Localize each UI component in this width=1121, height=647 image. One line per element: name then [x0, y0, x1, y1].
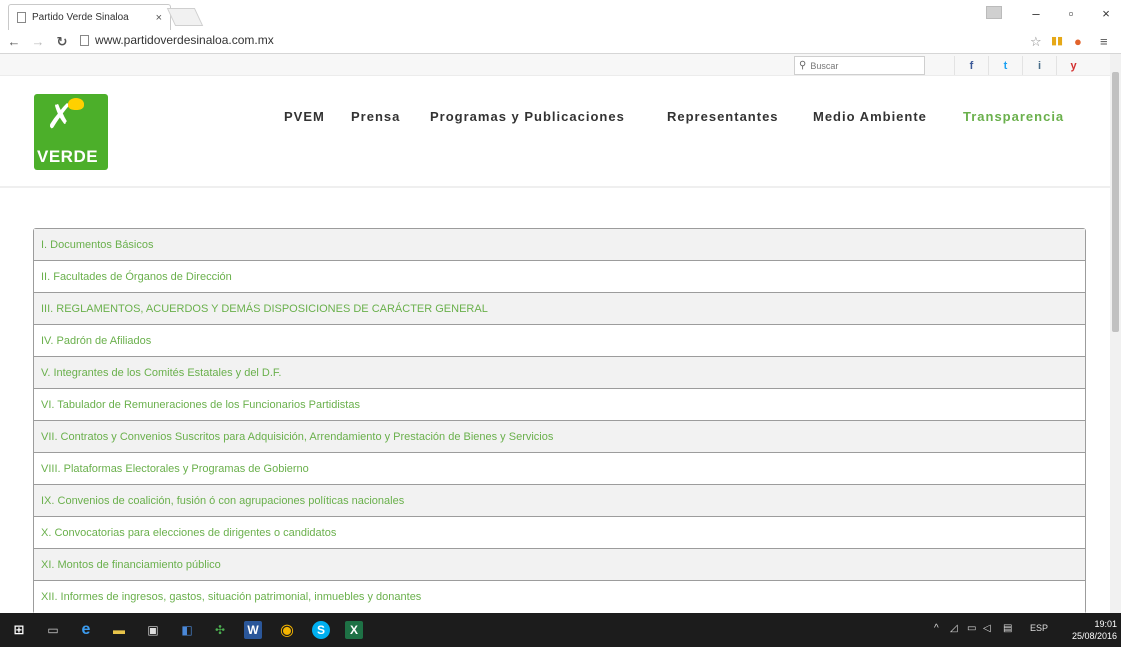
forward-arrow-icon[interactable]: → — [28, 34, 48, 49]
page-icon — [17, 12, 26, 23]
site-logo[interactable]: ✗ VERDE — [34, 94, 108, 170]
volume-icon[interactable]: ◁ — [983, 623, 991, 634]
instagram-icon[interactable]: i — [1022, 56, 1056, 75]
skype-icon[interactable]: S — [312, 621, 330, 639]
facebook-icon[interactable]: f — [954, 56, 988, 75]
extension-bars-icon[interactable]: ▮▮ — [1051, 34, 1063, 47]
battery-icon[interactable]: ▭ — [967, 623, 976, 634]
list-item[interactable]: VI. Tabulador de Remuneraciones de los F… — [34, 389, 1085, 421]
search-input[interactable]: ⚲ Buscar — [794, 56, 925, 75]
extension-flame-icon[interactable]: ● — [1074, 34, 1082, 49]
browser-tab-bar: Partido Verde Sinaloa × – ▫ × — [0, 0, 1121, 30]
browser-toolbar: ← → ↻ www.partidoverdesinaloa.com.mx ☆ ▮… — [0, 30, 1121, 54]
nav-pvem[interactable]: PVEM — [284, 109, 325, 124]
list-item[interactable]: V. Integrantes de los Comités Estatales … — [34, 357, 1085, 389]
youtube-icon[interactable]: y — [1056, 56, 1090, 75]
list-item[interactable]: III. REGLAMENTOS, ACUERDOS Y DEMÁS DISPO… — [34, 293, 1085, 325]
word-icon[interactable]: W — [244, 621, 262, 639]
tab-title: Partido Verde Sinaloa — [32, 12, 129, 23]
scrollbar-thumb[interactable] — [1112, 72, 1119, 332]
network-icon[interactable]: ◿ — [950, 623, 958, 634]
list-item[interactable]: X. Convocatorias para elecciones de diri… — [34, 517, 1085, 549]
restore-button[interactable]: ▫ — [1061, 6, 1081, 21]
file-explorer-icon[interactable]: ▬ — [110, 621, 128, 639]
windows-taskbar: ⊞ ▭ e ▬ ▣ ◧ ✣ W ◉ S X ^ ◿ ▭ ◁ ▤ ESP 19:0… — [0, 613, 1121, 647]
search-icon: ⚲ — [799, 60, 807, 71]
transparency-list: I. Documentos Básicos II. Facultades de … — [33, 228, 1086, 614]
user-profile-icon[interactable] — [986, 6, 1002, 19]
browser-tab[interactable]: Partido Verde Sinaloa × — [8, 4, 171, 30]
url-text: www.partidoverdesinaloa.com.mx — [95, 33, 274, 47]
top-strip — [0, 54, 1110, 76]
nav-medio-ambiente[interactable]: Medio Ambiente — [813, 109, 927, 124]
clock-date: 25/08/2016 — [1071, 631, 1117, 641]
task-view-icon[interactable]: ▭ — [44, 621, 62, 639]
minimize-button[interactable]: – — [1026, 6, 1046, 21]
clock-time: 19:01 — [1094, 619, 1117, 629]
new-tab-button[interactable] — [166, 8, 204, 26]
page-scrollbar[interactable] — [1110, 54, 1121, 613]
list-item[interactable]: II. Facultades de Órganos de Dirección — [34, 261, 1085, 293]
reload-icon[interactable]: ↻ — [52, 34, 72, 50]
nav-prensa[interactable]: Prensa — [351, 109, 400, 124]
list-item[interactable]: IX. Convenios de coalición, fusión ó con… — [34, 485, 1085, 517]
nav-transparencia[interactable]: Transparencia — [963, 109, 1064, 124]
list-item[interactable]: I. Documentos Básicos — [34, 229, 1085, 261]
bookmark-star-icon[interactable]: ☆ — [1030, 34, 1042, 50]
tab-close-icon[interactable]: × — [156, 12, 162, 24]
clock[interactable]: 19:01 25/08/2016 — [1072, 618, 1117, 642]
list-item[interactable]: VIII. Plataformas Electorales y Programa… — [34, 453, 1085, 485]
list-item[interactable]: VII. Contratos y Convenios Suscritos par… — [34, 421, 1085, 453]
search-placeholder: Buscar — [810, 60, 839, 71]
address-bar[interactable]: www.partidoverdesinaloa.com.mx — [80, 33, 274, 47]
windows-start-icon[interactable]: ⊞ — [10, 621, 28, 639]
chrome-icon[interactable]: ◉ — [278, 621, 296, 639]
list-item[interactable]: IV. Padrón de Afiliados — [34, 325, 1085, 357]
excel-icon[interactable]: X — [345, 621, 363, 639]
language-indicator[interactable]: ESP — [1030, 623, 1048, 633]
logo-text: VERDE — [37, 147, 99, 166]
twitter-icon[interactable]: t — [988, 56, 1022, 75]
tray-chevron-icon[interactable]: ^ — [934, 623, 939, 634]
media-app-icon[interactable]: ◧ — [178, 621, 196, 639]
toucan-icon — [68, 98, 84, 110]
menu-hamburger-icon[interactable]: ≡ — [1100, 34, 1108, 49]
back-arrow-icon[interactable]: ← — [4, 34, 24, 49]
edge-browser-icon[interactable]: e — [77, 621, 95, 639]
list-item[interactable]: XII. Informes de ingresos, gastos, situa… — [34, 581, 1085, 613]
notifications-icon[interactable]: ▤ — [1003, 623, 1012, 634]
nav-programas-publicaciones[interactable]: Programas y Publicaciones — [430, 109, 625, 124]
store-icon[interactable]: ▣ — [144, 621, 162, 639]
close-window-button[interactable]: × — [1096, 6, 1116, 21]
header-divider — [0, 186, 1110, 188]
network-app-icon[interactable]: ✣ — [211, 621, 229, 639]
nav-representantes[interactable]: Representantes — [667, 109, 779, 124]
list-item[interactable]: XI. Montos de financiamiento público — [34, 549, 1085, 581]
page-icon — [80, 34, 89, 46]
